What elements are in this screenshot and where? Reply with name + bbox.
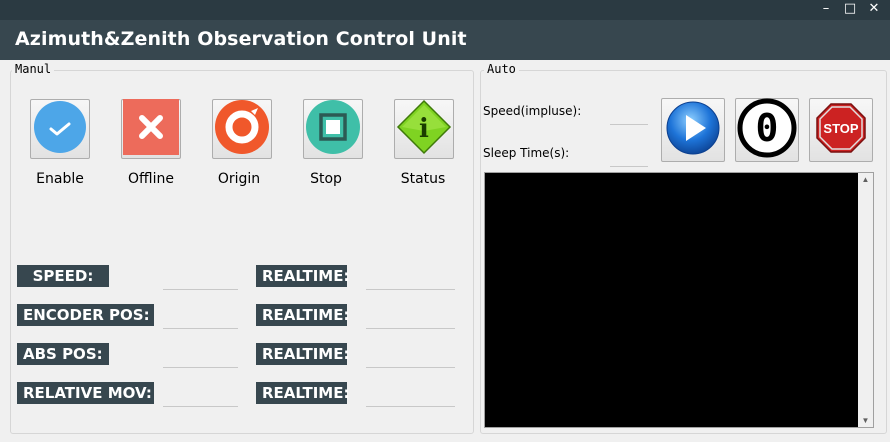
stop-sign-icon: STOP — [815, 102, 867, 159]
app-header: Azimuth&Zenith Observation Control Unit — [0, 20, 890, 60]
sleep-time-label: Sleep Time(s): — [483, 146, 570, 160]
abs-pos-realtime-label: REALTIME: — [256, 343, 349, 365]
relative-mov-realtime-label: REALTIME: — [256, 382, 349, 404]
scroll-down-arrow-icon[interactable]: ▼ — [858, 416, 873, 425]
maximize-button[interactable]: □ — [838, 0, 862, 20]
speed-impulse-field[interactable] — [610, 103, 648, 125]
origin-label: Origin — [217, 171, 261, 187]
enable-button[interactable] — [30, 99, 90, 159]
console-scrollbar[interactable]: ▲ ▼ — [858, 173, 873, 427]
zero-button[interactable]: 0 — [735, 98, 799, 162]
sleep-time-field[interactable] — [610, 145, 648, 167]
stop-button[interactable] — [303, 99, 363, 159]
stop-sign-button[interactable]: STOP — [809, 98, 873, 162]
status-label: Status — [400, 171, 446, 187]
svg-text:STOP: STOP — [823, 121, 858, 136]
output-console[interactable]: ▲ ▼ — [484, 172, 874, 428]
speed-realtime-value — [366, 268, 455, 290]
close-button[interactable]: ✕ — [862, 0, 886, 20]
info-diamond-icon: i — [396, 99, 452, 160]
origin-icon — [214, 99, 270, 160]
offline-button[interactable] — [121, 98, 181, 160]
auto-group-legend: Auto — [484, 62, 519, 76]
minimize-button[interactable]: – — [814, 0, 838, 20]
abs-pos-realtime-value — [366, 346, 455, 368]
relative-mov-label: RELATIVE MOV: — [17, 382, 154, 404]
speed-label: SPEED: — [17, 265, 109, 287]
abs-pos-value — [163, 346, 238, 368]
stop-label: Stop — [310, 171, 342, 187]
relative-mov-realtime-value — [366, 385, 455, 407]
offline-label: Offline — [128, 171, 174, 187]
manual-group-legend: Manul — [12, 62, 55, 76]
check-icon — [33, 100, 87, 159]
abs-pos-label: ABS POS: — [17, 343, 109, 365]
encoder-pos-value — [163, 307, 238, 329]
app-title: Azimuth&Zenith Observation Control Unit — [15, 28, 467, 50]
play-button[interactable] — [661, 98, 725, 162]
speed-value — [163, 268, 238, 290]
encoder-pos-label: ENCODER POS: — [17, 304, 154, 326]
play-icon — [665, 100, 721, 161]
encoder-pos-realtime-label: REALTIME: — [256, 304, 349, 326]
zero-icon: 0 — [737, 98, 797, 163]
relative-mov-value — [163, 385, 238, 407]
enable-label: Enable — [36, 171, 84, 187]
x-icon — [123, 98, 179, 160]
svg-text:0: 0 — [756, 106, 779, 150]
window-titlebar: – □ ✕ — [0, 0, 890, 20]
encoder-pos-realtime-value — [366, 307, 455, 329]
speed-impulse-label: Speed(impluse): — [483, 104, 582, 118]
svg-text:i: i — [419, 114, 429, 144]
speed-realtime-label: REALTIME: — [256, 265, 349, 287]
stop-square-icon — [305, 99, 361, 160]
status-button[interactable]: i — [394, 99, 454, 159]
scroll-up-arrow-icon[interactable]: ▲ — [858, 175, 873, 184]
origin-button[interactable] — [212, 99, 272, 159]
